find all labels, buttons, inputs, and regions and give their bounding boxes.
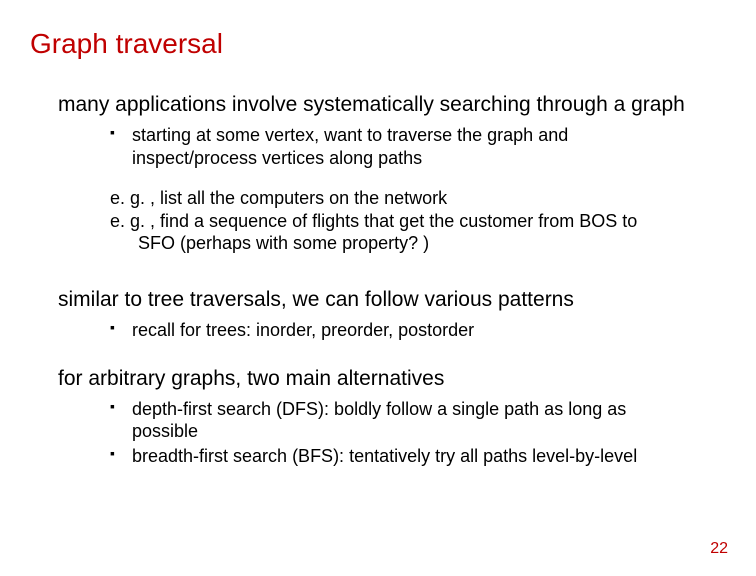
example-line: e. g. , find a sequence of flights that … xyxy=(110,210,696,233)
section-intro-3: for arbitrary graphs, two main alternati… xyxy=(58,366,706,392)
bullet-list-2: recall for trees: inorder, preorder, pos… xyxy=(110,319,696,342)
example-continuation: SFO (perhaps with some property? ) xyxy=(110,232,696,255)
bullet-item: depth-first search (DFS): boldly follow … xyxy=(110,398,696,443)
section-intro-1: many applications involve systematically… xyxy=(58,92,706,118)
section-intro-2: similar to tree traversals, we can follo… xyxy=(58,287,706,313)
slide-title: Graph traversal xyxy=(30,28,726,60)
bullet-list-3: depth-first search (DFS): boldly follow … xyxy=(110,398,696,468)
example-line: e. g. , list all the computers on the ne… xyxy=(110,187,696,210)
examples-block: e. g. , list all the computers on the ne… xyxy=(110,187,696,255)
bullet-item: breadth-first search (BFS): tentatively … xyxy=(110,445,696,468)
bullet-item: recall for trees: inorder, preorder, pos… xyxy=(110,319,696,342)
bullet-item: starting at some vertex, want to travers… xyxy=(110,124,696,169)
bullet-list-1: starting at some vertex, want to travers… xyxy=(110,124,696,169)
page-number: 22 xyxy=(710,540,728,558)
